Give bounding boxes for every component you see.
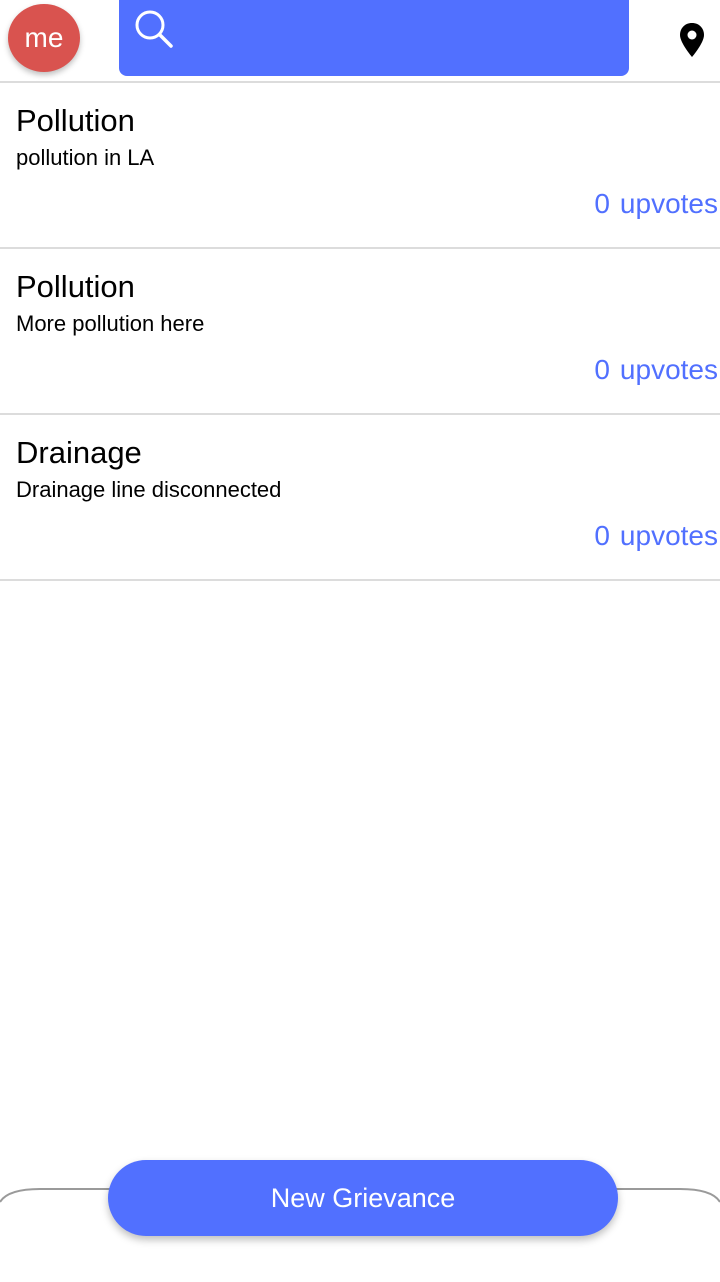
grievance-description: Drainage line disconnected — [16, 477, 282, 502]
upvote-label: upvotes — [619, 354, 718, 385]
upvote-number: 0 — [594, 354, 610, 385]
upvotes-count[interactable]: 0 upvotes — [594, 188, 718, 220]
upvote-number: 0 — [594, 520, 610, 551]
grievance-description: pollution in LA — [16, 145, 155, 170]
new-grievance-button[interactable]: New Grievance — [108, 1160, 618, 1236]
grievance-title: Pollution — [16, 103, 135, 138]
upvotes-count[interactable]: 0 upvotes — [594, 354, 718, 386]
grievance-list: Pollution pollution in LA 0 upvotes Pollu… — [0, 83, 720, 581]
upvote-label: upvotes — [619, 520, 718, 551]
list-item[interactable]: Pollution pollution in LA 0 upvotes — [0, 83, 720, 249]
upvote-number: 0 — [594, 188, 610, 219]
profile-avatar-button[interactable]: me — [8, 4, 80, 72]
grievance-title: Pollution — [16, 269, 135, 304]
new-grievance-label: New Grievance — [270, 1182, 456, 1213]
app-header: me — [0, 0, 720, 83]
upvotes-count[interactable]: 0 upvotes — [594, 520, 718, 552]
grievance-title: Drainage — [16, 435, 142, 470]
grievance-description: More pollution here — [16, 311, 205, 336]
location-pin-icon[interactable] — [678, 22, 706, 58]
list-item[interactable]: Pollution More pollution here 0 upvotes — [0, 249, 720, 415]
search-bar[interactable] — [119, 0, 629, 76]
avatar-label: me — [24, 22, 64, 53]
upvote-label: upvotes — [619, 188, 718, 219]
search-icon — [135, 10, 173, 48]
list-item[interactable]: Drainage Drainage line disconnected 0 upv… — [0, 415, 720, 581]
